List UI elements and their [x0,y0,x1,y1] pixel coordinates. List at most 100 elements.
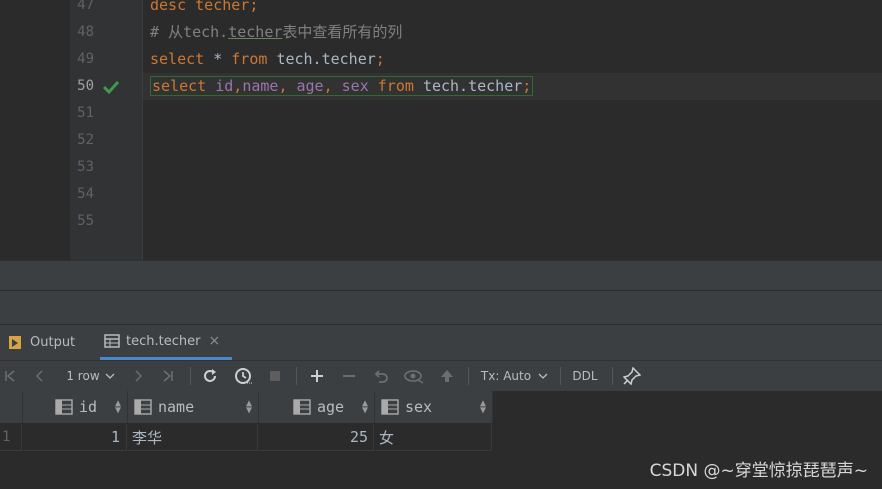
column-icon [381,399,399,415]
code-token: from [231,50,277,68]
results-tab-bar: Output tech.techer × [0,324,882,361]
cell-id[interactable]: 1 [23,424,127,451]
column-header-name[interactable]: name ▲ ▼ [128,391,259,423]
row-number[interactable]: 1 [0,424,22,451]
code-token: , [233,77,243,95]
code-token: ; [375,50,385,68]
first-page-icon[interactable] [0,361,20,391]
line-number: 49 [77,51,94,67]
submit-icon[interactable] [436,361,458,391]
toolbar-divider [190,367,191,385]
tab-tech-techer-label: tech.techer [126,333,201,349]
code-token: techer [228,23,283,41]
code-token: # 从tech. [150,23,229,41]
line-number: 54 [77,186,94,202]
line-number: 47 [77,0,94,13]
code-token: 表中查看所有的列 [282,23,403,41]
column-header-id-label: id [79,398,98,416]
row-count-dropdown[interactable]: 1 row [62,361,120,391]
line-number: 50 [77,78,94,94]
chevron-down-icon [105,373,115,379]
ddl-label: DDL [572,369,598,383]
code-line[interactable] [143,100,882,127]
code-token: id [215,77,234,95]
row-count-label: 1 row [66,369,100,383]
toolbar-divider [560,367,561,385]
stop-icon[interactable] [264,361,286,391]
output-icon [9,336,21,349]
code-text[interactable]: desc techer; [150,0,258,19]
line-number: 52 [77,132,94,148]
next-page-icon[interactable] [128,361,148,391]
line-number: 55 [77,213,94,229]
tx-mode-label: Tx: Auto [480,369,532,383]
cell-name[interactable]: 李华 [128,424,258,451]
checkmark-icon [102,80,120,95]
add-row-icon[interactable] [306,361,328,391]
reload-icon[interactable] [198,361,222,391]
column-icon [293,399,311,415]
history-icon[interactable] [230,361,256,391]
code-text[interactable]: # 从tech.techer表中查看所有的列 [150,19,402,46]
code-line[interactable] [143,208,882,235]
tab-output-label: Output [30,334,76,350]
sql-editor[interactable]: 47 desc techer; 48 # 从tech.techer表中查看所有的列 49… [0,0,882,260]
column-icon [134,399,152,415]
table-icon [104,334,120,348]
code-token: , [278,77,297,95]
code-token: tech.techer [276,50,376,68]
column-header-age[interactable]: age ▲ ▼ [259,391,375,423]
pin-icon[interactable] [620,361,644,391]
results-toolbar: 1 row Tx: Auto DDL [0,360,882,392]
code-token: from [377,77,423,95]
column-icon [55,399,73,415]
editor-bottom-pane [0,260,882,291]
toolbar-divider [612,367,613,385]
grid-corner[interactable] [0,391,23,423]
sort-icon[interactable]: ▲ ▼ [246,399,252,416]
column-header-id[interactable]: id ▲ ▼ [23,391,128,423]
code-token: , [323,77,342,95]
code-line[interactable] [143,181,882,208]
tx-mode-dropdown[interactable]: Tx: Auto [476,361,554,391]
column-header-sex-label: sex [405,398,433,416]
toolbar-divider [296,367,297,385]
splitter[interactable] [0,290,882,325]
code-token: age [296,77,324,95]
code-token: select [150,50,214,68]
code-token: name [242,77,279,95]
prev-page-icon[interactable] [30,361,50,391]
code-token: tech.techer [422,77,523,95]
last-page-icon[interactable] [158,361,178,391]
close-icon[interactable]: × [208,333,220,349]
preview-icon[interactable] [402,361,426,391]
code-token: * [213,50,232,68]
sort-icon[interactable]: ▲ ▼ [362,399,368,416]
code-line[interactable] [143,154,882,181]
line-number: 48 [77,24,94,40]
code-text[interactable]: select id,name, age, sex from tech.teche… [150,73,534,100]
line-number: 53 [77,159,94,175]
ddl-button[interactable]: DDL [566,361,604,391]
code-token: sex [341,77,378,95]
code-line[interactable] [143,127,882,154]
line-number: 51 [77,105,94,121]
sort-icon[interactable]: ▲ ▼ [115,399,121,416]
cell-sex[interactable]: 女 [375,424,492,451]
tab-tech-techer[interactable]: tech.techer × [100,325,232,360]
watermark: CSDN @~穿堂惊掠琵琶声~ [649,461,868,481]
revert-icon[interactable] [370,361,392,391]
code-token: desc techer; [150,0,259,14]
code-text[interactable]: select * from tech.techer; [150,46,385,73]
tab-output[interactable]: Output [8,325,75,359]
toolbar-divider [468,367,469,385]
chevron-down-icon [538,373,548,379]
column-header-age-label: age [317,398,345,416]
delete-row-icon[interactable] [338,361,360,391]
code-token: select [152,77,216,95]
column-header-sex[interactable]: sex ▲ ▼ [375,391,493,423]
column-header-name-label: name [158,398,195,416]
sort-icon[interactable]: ▲ ▼ [480,399,486,416]
cell-age[interactable]: 25 [259,424,374,451]
code-token: ; [522,77,532,95]
